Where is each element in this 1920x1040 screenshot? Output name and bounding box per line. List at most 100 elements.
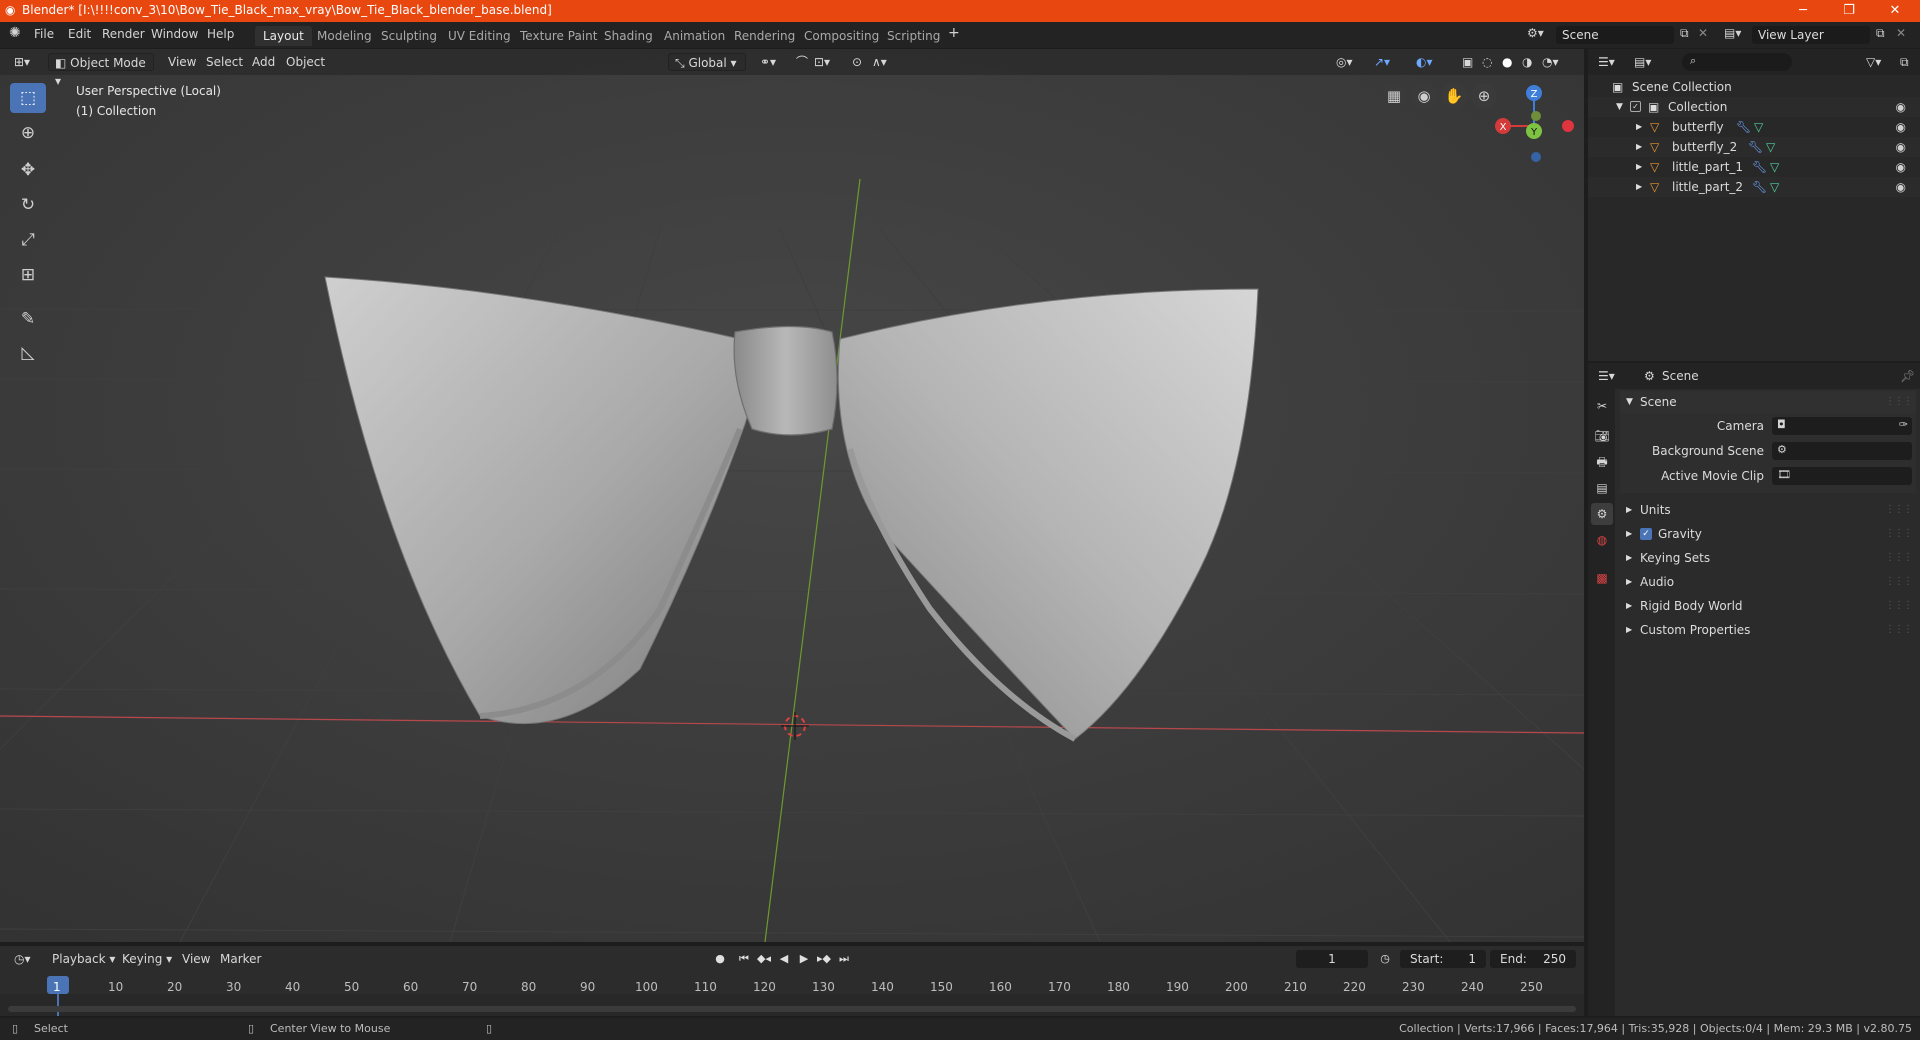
zoom-view-icon[interactable]: ⊕ — [1471, 83, 1497, 109]
drag-handle-icon[interactable]: ⋮⋮⋮ — [1885, 547, 1913, 569]
menu-render[interactable]: Render — [102, 27, 145, 41]
outliner-row-object[interactable]: ▶ ▽ butterfly 🔧︎ ▽ ◉ — [1588, 117, 1920, 137]
view-layer-tab-icon[interactable]: ▤ — [1591, 477, 1613, 499]
expand-arrow-icon[interactable]: ▼ — [1616, 97, 1623, 117]
drag-handle-icon[interactable]: ⋮⋮⋮ — [1885, 595, 1913, 617]
tab-shading[interactable]: Shading — [596, 26, 661, 46]
modifier-wrench-icon[interactable]: 🔧︎ — [1752, 177, 1767, 197]
timeline-menu-view[interactable]: View — [176, 950, 216, 968]
scene-name-field[interactable]: Scene — [1556, 26, 1674, 44]
filter-icon[interactable]: ▽▾ — [1860, 53, 1887, 71]
tab-modeling[interactable]: Modeling — [309, 26, 380, 46]
restore-icon[interactable]: ❐ — [1826, 0, 1872, 22]
eye-icon[interactable]: ◉ — [1896, 97, 1906, 117]
tab-texture-paint[interactable]: Texture Paint — [512, 26, 605, 46]
drag-handle-icon[interactable]: ⋮⋮⋮ — [1885, 619, 1913, 641]
modifier-wrench-icon[interactable]: 🔧︎ — [1752, 157, 1767, 177]
menu-file[interactable]: File — [34, 27, 54, 41]
proportional-edit-icon[interactable]: ⊙ — [846, 53, 868, 71]
viewport-menu-add[interactable]: Add — [246, 53, 281, 71]
menu-edit[interactable]: Edit — [68, 27, 91, 41]
outliner-row-scene-collection[interactable]: ▣ Scene Collection — [1588, 77, 1920, 97]
delete-scene-icon[interactable]: ✕ — [1698, 26, 1708, 40]
start-frame-field[interactable]: Start: 1 — [1400, 950, 1486, 968]
tab-scripting[interactable]: Scripting — [879, 26, 948, 46]
scene-selector-icon[interactable]: ⚙▾ — [1527, 26, 1544, 40]
menu-window[interactable]: Window — [151, 27, 198, 41]
gravity-checkbox[interactable]: ✓ — [1640, 528, 1652, 540]
snap-target-icon[interactable]: ⊡▾ — [808, 53, 836, 71]
drag-handle-icon[interactable]: ⋮⋮⋮ — [1885, 523, 1913, 545]
move-tool-icon[interactable]: ✥ — [10, 155, 46, 185]
jump-end-icon[interactable]: ⏭ — [835, 950, 853, 968]
tab-rendering[interactable]: Rendering — [726, 26, 803, 46]
output-tab-icon[interactable]: 🖶︎ — [1591, 451, 1613, 473]
keying-sets-panel-header[interactable]: ▶ Keying Sets ⋮⋮⋮ — [1620, 547, 1916, 569]
outliner-row-object[interactable]: ▶ ▽ butterfly_2 🔧︎ ▽ ◉ — [1588, 137, 1920, 157]
current-frame-field[interactable]: 1 — [1296, 950, 1368, 968]
modifier-wrench-icon[interactable]: 🔧︎ — [1736, 117, 1751, 137]
expand-arrow-icon[interactable]: ▶ — [1636, 177, 1642, 197]
mesh-data-icon[interactable]: ▽ — [1770, 157, 1779, 177]
tool-tab-icon[interactable]: ✂ — [1591, 395, 1613, 417]
record-icon[interactable]: ● — [711, 950, 729, 968]
mesh-data-icon[interactable]: ▽ — [1770, 177, 1779, 197]
scale-tool-icon[interactable]: ⤢ — [10, 225, 46, 255]
menu-help[interactable]: Help — [207, 27, 234, 41]
minimize-icon[interactable]: ─ — [1780, 0, 1826, 22]
falloff-icon[interactable]: ∧▾ — [866, 53, 893, 71]
tab-uv-editing[interactable]: UV Editing — [440, 26, 519, 46]
add-workspace-icon[interactable]: + — [948, 25, 960, 41]
drag-handle-icon[interactable]: ⋮⋮⋮ — [1885, 571, 1913, 593]
transform-orientation-selector[interactable]: ⤡ Global ▾ — [668, 53, 746, 71]
audio-panel-header[interactable]: ▶ Audio ⋮⋮⋮ — [1620, 571, 1916, 593]
camera-field[interactable]: ◘ ✑ — [1772, 417, 1912, 435]
next-keyframe-icon[interactable]: ▸◆ — [815, 950, 833, 968]
timeline-editor-type-icon[interactable]: ◷▾ — [8, 950, 37, 968]
timeline-scrollbar[interactable] — [8, 1006, 1576, 1012]
clock-icon[interactable]: ◷ — [1376, 950, 1394, 968]
editor-type-icon[interactable]: ⊞▾ — [8, 53, 36, 71]
tab-layout[interactable]: Layout — [255, 26, 312, 46]
measure-tool-icon[interactable]: ◺ — [10, 338, 46, 368]
close-icon[interactable]: ✕ — [1872, 0, 1918, 22]
rotate-tool-icon[interactable]: ↻ — [10, 190, 46, 220]
tab-sculpting[interactable]: Sculpting — [373, 26, 445, 46]
custom-properties-panel-header[interactable]: ▶ Custom Properties ⋮⋮⋮ — [1620, 619, 1916, 641]
eye-icon[interactable]: ◉ — [1896, 157, 1906, 177]
new-collection-icon[interactable]: ⧉ — [1894, 53, 1915, 71]
cursor-tool-icon[interactable]: ⊕ — [10, 118, 46, 148]
eye-icon[interactable]: ◉ — [1896, 117, 1906, 137]
units-panel-header[interactable]: ▶ Units ⋮⋮⋮ — [1620, 499, 1916, 521]
blender-menu-icon[interactable]: ✺ — [9, 25, 21, 41]
expand-arrow-icon[interactable]: ▶ — [1636, 117, 1642, 137]
new-scene-icon[interactable]: ⧉ — [1680, 26, 1689, 41]
jump-start-icon[interactable]: ⏮ — [735, 950, 753, 968]
outliner-row-object[interactable]: ▶ ▽ little_part_2 🔧︎ ▽ ◉ — [1588, 177, 1920, 197]
background-scene-field[interactable]: ⚙ — [1772, 442, 1912, 460]
gizmo-z-label[interactable]: Z — [1531, 89, 1538, 100]
mesh-data-icon[interactable]: ▽ — [1766, 137, 1775, 157]
viewport-menu-object[interactable]: Object — [280, 53, 331, 71]
eye-icon[interactable]: ◉ — [1896, 177, 1906, 197]
view-layer-selector-icon[interactable]: ▤▾ — [1724, 26, 1741, 40]
pan-view-icon[interactable]: ✋ — [1441, 83, 1467, 109]
delete-view-layer-icon[interactable]: ✕ — [1896, 26, 1906, 40]
pin-icon[interactable]: 📌︎ — [1894, 367, 1920, 385]
modifier-wrench-icon[interactable]: 🔧︎ — [1748, 137, 1763, 157]
outliner-search-field[interactable]: ⌕ — [1682, 53, 1792, 71]
texture-tab-icon[interactable]: ▩ — [1591, 567, 1613, 589]
mode-selector[interactable]: ◧ Object Mode ▾ — [48, 53, 154, 88]
eyedropper-icon[interactable]: ✑ — [1899, 418, 1908, 431]
gizmo-y-label[interactable]: Y — [1530, 127, 1538, 138]
rigid-body-world-panel-header[interactable]: ▶ Rigid Body World ⋮⋮⋮ — [1620, 595, 1916, 617]
gizmo-toggle-icon[interactable]: ↗▾ — [1368, 53, 1396, 71]
outliner-editor-type-icon[interactable]: ☰▾ — [1592, 53, 1621, 71]
active-movie-clip-field[interactable]: 🎞︎ — [1772, 467, 1912, 485]
new-view-layer-icon[interactable]: ⧉ — [1876, 26, 1885, 41]
gravity-panel-header[interactable]: ▶ ✓ Gravity ⋮⋮⋮ — [1620, 523, 1916, 545]
play-reverse-icon[interactable]: ◀ — [775, 950, 793, 968]
expand-arrow-icon[interactable]: ▶ — [1636, 157, 1642, 177]
collection-checkbox[interactable]: ✓ — [1630, 101, 1641, 112]
pivot-point-icon[interactable]: ⚭▾ — [754, 53, 782, 71]
